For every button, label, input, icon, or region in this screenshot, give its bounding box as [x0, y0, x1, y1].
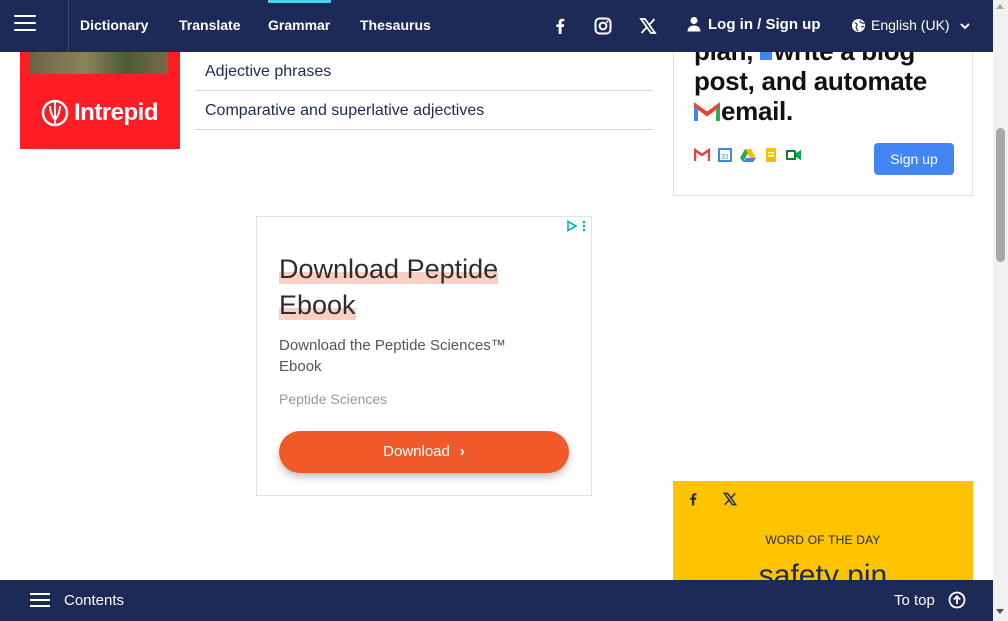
nav-divider	[68, 0, 69, 52]
chevron-down-icon	[960, 23, 971, 30]
wotd-label: WORD OF THE DAY	[765, 533, 881, 547]
scroll-thumb[interactable]	[996, 128, 1005, 262]
page-scrollbar[interactable]	[993, 0, 1008, 621]
ad-photo	[30, 52, 168, 74]
scroll-up-arrow[interactable]	[996, 4, 1004, 9]
globe-icon	[851, 18, 866, 33]
ad-title-line2: Ebook	[279, 290, 356, 320]
intrepid-logo: Intrepid	[40, 98, 159, 128]
to-top-button[interactable]: To top	[894, 592, 935, 609]
workspace-ad-headline: plan, write a blog post, and automate em…	[694, 52, 964, 126]
menu-icon[interactable]	[14, 15, 36, 33]
contents-menu-icon[interactable]	[30, 593, 50, 609]
link-comparative-superlative[interactable]: Comparative and superlative adjectives	[195, 91, 653, 130]
download-button[interactable]: Download ›	[279, 431, 569, 473]
headline-line1b: write a blog	[774, 52, 915, 66]
intrepid-logo-icon	[41, 99, 69, 127]
language-label: English (UK)	[871, 17, 950, 33]
bottom-bar: Contents To top	[0, 580, 993, 621]
ad-choices[interactable]	[566, 220, 586, 232]
arrow-up-circle-icon[interactable]	[948, 591, 966, 609]
calendar-icon: 31	[718, 148, 732, 162]
docs-icon	[766, 148, 776, 162]
ad-title[interactable]: Download Peptide Ebook	[279, 251, 499, 323]
drive-icon	[740, 149, 756, 162]
related-links-list: Adjective phrases Comparative and superl…	[195, 52, 653, 130]
nav-link-translate[interactable]: Translate	[179, 17, 240, 33]
nav-link-thesaurus[interactable]: Thesaurus	[360, 17, 431, 33]
intrepid-ad[interactable]: Intrepid	[20, 52, 180, 149]
meet-icon	[786, 150, 801, 160]
instagram-icon[interactable]	[593, 16, 613, 36]
nav-active-indicator	[268, 0, 331, 3]
nav-link-dictionary[interactable]: Dictionary	[80, 17, 148, 33]
workspace-ad[interactable]: plan, write a blog post, and automate em…	[673, 52, 973, 196]
link-adjective-phrases[interactable]: Adjective phrases	[195, 52, 653, 91]
contents-button[interactable]: Contents	[64, 592, 124, 609]
ad-description: Download the Peptide Sciences™ Ebook	[279, 337, 506, 375]
adchoices-icon[interactable]	[566, 220, 578, 232]
login-signup-link[interactable]: Log in / Sign up	[686, 16, 820, 33]
download-label: Download	[383, 443, 450, 460]
user-icon	[687, 17, 701, 32]
gmail-small-icon	[694, 148, 710, 161]
workspace-app-icons: 31	[694, 148, 802, 162]
ad-sponsor: Peptide Sciences	[279, 391, 388, 407]
headline-line3: email.	[721, 96, 793, 126]
language-selector[interactable]: English (UK)	[851, 17, 971, 33]
ad-title-line1: Download Peptide	[279, 254, 499, 284]
gmail-icon	[694, 102, 720, 121]
docs-mini-icon	[760, 52, 773, 60]
svg-text:31: 31	[721, 154, 729, 161]
login-label: Log in / Sign up	[708, 16, 821, 33]
more-options-icon[interactable]	[582, 220, 586, 232]
intrepid-brand: Intrepid	[74, 99, 159, 126]
scroll-down-arrow[interactable]	[996, 609, 1004, 614]
headline-line1: plan,	[694, 52, 760, 66]
x-share-icon[interactable]	[722, 491, 738, 507]
top-navigation-bar: Dictionary Translate Grammar Thesaurus L…	[0, 0, 993, 52]
facebook-icon[interactable]	[550, 16, 570, 36]
headline-line2: post, and automate	[694, 66, 927, 96]
signup-button[interactable]: Sign up	[874, 143, 954, 175]
peptide-ebook-ad[interactable]: Download Peptide Ebook Download the Pept…	[256, 216, 592, 496]
nav-link-grammar[interactable]: Grammar	[268, 17, 330, 33]
facebook-share-icon[interactable]	[685, 491, 701, 507]
chevron-right-icon: ›	[459, 443, 465, 460]
x-icon[interactable]	[638, 16, 658, 36]
